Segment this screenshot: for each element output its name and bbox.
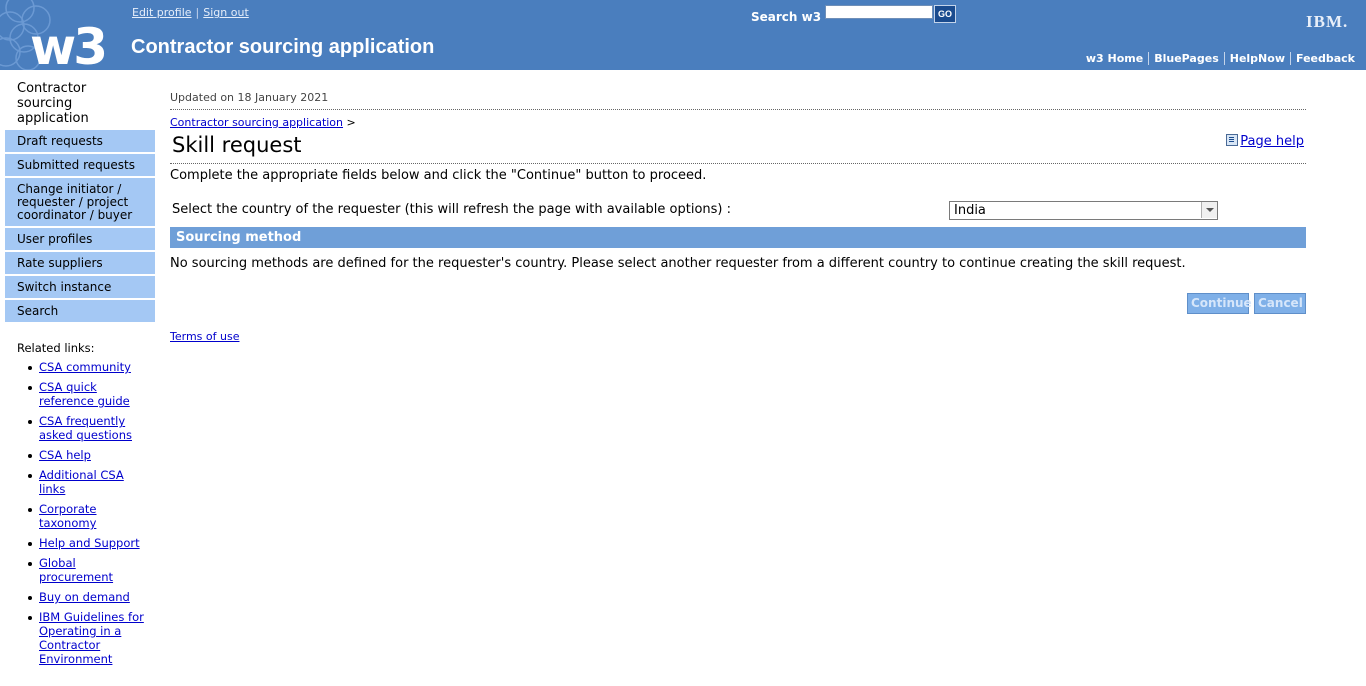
country-label: Select the country of the requester (thi…: [172, 202, 731, 217]
divider: [170, 163, 1306, 164]
related-link-faq[interactable]: CSA frequently asked questions: [39, 414, 132, 442]
sidebar-item-rate-suppliers[interactable]: Rate suppliers: [5, 250, 155, 274]
related-link-taxonomy[interactable]: Corporate taxonomy: [39, 502, 97, 530]
breadcrumb: Contractor sourcing application >: [170, 116, 1306, 129]
top-nav: w3 Home BluePages HelpNow Feedback: [1081, 52, 1360, 65]
related-link-help-support[interactable]: Help and Support: [39, 536, 140, 550]
sidebar-item-switch-instance[interactable]: Switch instance: [5, 274, 155, 298]
terms-of-use: Terms of use: [170, 330, 239, 343]
search-label: Search w3: [751, 10, 822, 24]
list-item: Buy on demand: [27, 590, 147, 604]
related-link-additional[interactable]: Additional CSA links: [39, 468, 124, 496]
sidebar-item-user-profiles[interactable]: User profiles: [5, 226, 155, 250]
nav-helpnow[interactable]: HelpNow: [1223, 52, 1290, 65]
sidebar: Contractor sourcing application Draft re…: [5, 76, 155, 322]
list-item: CSA community: [27, 360, 147, 374]
sidebar-item-search[interactable]: Search: [5, 298, 155, 322]
related-link-global-procurement[interactable]: Global procurement: [39, 556, 113, 584]
continue-button[interactable]: Continue: [1187, 293, 1252, 314]
profile-links: Edit profile | Sign out: [132, 6, 249, 19]
chevron-down-icon[interactable]: [1201, 202, 1217, 218]
sidebar-item-submitted-requests[interactable]: Submitted requests: [5, 152, 155, 176]
page-title: Skill request: [172, 133, 302, 157]
list-item: IBM Guidelines for Operating in a Contra…: [27, 610, 147, 666]
page-help: Page help: [1226, 134, 1304, 149]
sidebar-item-change-initiator[interactable]: Change initiator / requester / project c…: [5, 176, 155, 226]
nav-bluepages[interactable]: BluePages: [1148, 52, 1224, 65]
related-links: Related links: CSA community CSA quick r…: [17, 341, 147, 672]
related-links-list: CSA community CSA quick reference guide …: [17, 360, 147, 666]
related-links-title: Related links:: [17, 341, 95, 355]
w3-logo[interactable]: w3: [0, 0, 122, 70]
list-item: CSA help: [27, 448, 147, 462]
country-selected-value: India: [954, 203, 986, 218]
sign-out-link[interactable]: Sign out: [203, 6, 249, 19]
updated-line: Updated on 18 January 2021: [170, 86, 1306, 110]
main-content: Updated on 18 January 2021 Contractor so…: [170, 86, 1306, 343]
w3-logo-text: w3: [30, 18, 108, 70]
list-item: Global procurement: [27, 556, 147, 584]
related-link-guidelines[interactable]: IBM Guidelines for Operating in a Contra…: [39, 610, 144, 666]
ibm-logo[interactable]: IBM.: [1306, 12, 1348, 32]
country-select[interactable]: India: [949, 201, 1218, 220]
separator: |: [195, 6, 200, 19]
related-link-quick-reference[interactable]: CSA quick reference guide: [39, 380, 130, 408]
info-message: No sourcing methods are defined for the …: [170, 256, 1186, 271]
edit-profile-link[interactable]: Edit profile: [132, 6, 192, 19]
related-link-csa-community[interactable]: CSA community: [39, 360, 131, 374]
updated-date: Updated on 18 January 2021: [170, 91, 329, 104]
breadcrumb-link[interactable]: Contractor sourcing application: [170, 116, 343, 129]
section-header: Sourcing method: [170, 227, 1306, 248]
app-title: Contractor sourcing application: [131, 36, 435, 58]
search-input[interactable]: [825, 5, 933, 19]
list-item: Help and Support: [27, 536, 147, 550]
related-link-csa-help[interactable]: CSA help: [39, 448, 91, 462]
page-help-link[interactable]: Page help: [1240, 134, 1304, 149]
terms-of-use-link[interactable]: Terms of use: [170, 330, 239, 343]
list-item: Corporate taxonomy: [27, 502, 147, 530]
masthead: w3 Edit profile | Sign out Contractor sour…: [0, 0, 1366, 70]
breadcrumb-separator: >: [346, 116, 356, 129]
help-page-icon[interactable]: [1226, 134, 1239, 146]
list-item: CSA frequently asked questions: [27, 414, 147, 442]
instructions-text: Complete the appropriate fields below an…: [170, 168, 707, 183]
cancel-button[interactable]: Cancel: [1254, 293, 1306, 314]
nav-feedback[interactable]: Feedback: [1290, 52, 1360, 65]
nav-w3-home[interactable]: w3 Home: [1081, 52, 1148, 65]
related-link-buy-on-demand[interactable]: Buy on demand: [39, 590, 130, 604]
list-item: CSA quick reference guide: [27, 380, 147, 408]
sidebar-title: Contractor sourcing application: [17, 81, 89, 126]
list-item: Additional CSA links: [27, 468, 147, 496]
sidebar-item-draft-requests[interactable]: Draft requests: [5, 128, 155, 152]
go-button[interactable]: GO: [934, 5, 956, 23]
